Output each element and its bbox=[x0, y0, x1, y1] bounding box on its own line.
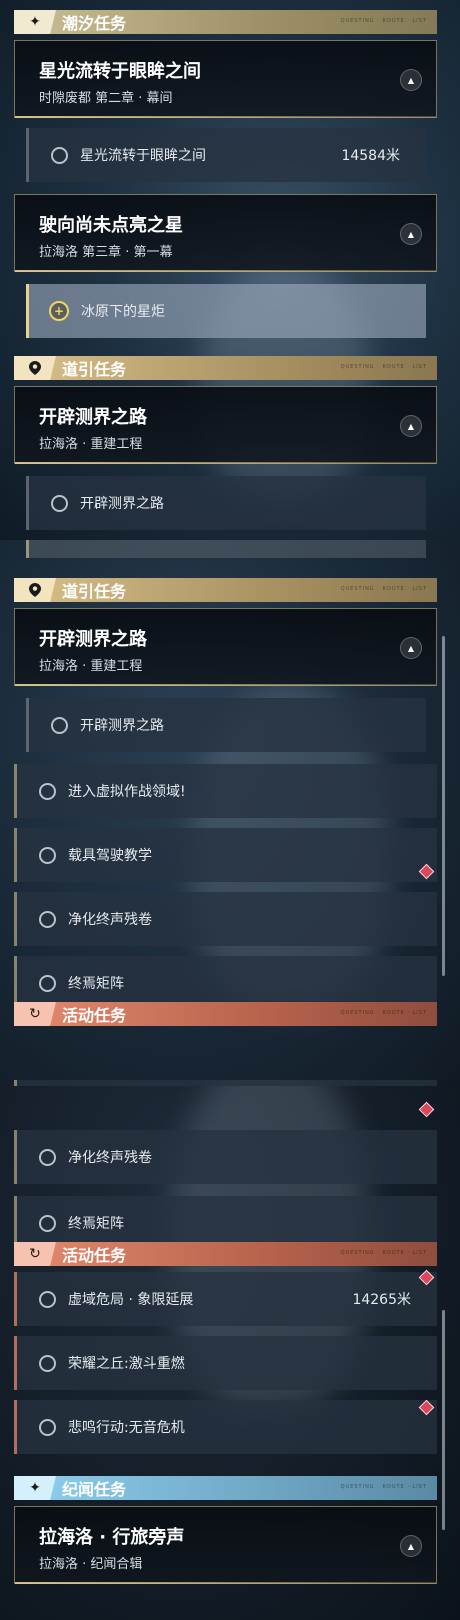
header-tag: QUESTING · ROUTE · LIST bbox=[340, 586, 427, 592]
header-tag: QUESTING · ROUTE · LIST bbox=[340, 1250, 427, 1256]
chapter-title: 拉海洛 · 行旅旁声 bbox=[39, 1527, 185, 1548]
section-header-guide[interactable]: 道引任务 QUESTING · ROUTE · LIST bbox=[14, 356, 437, 380]
chapter-subtitle: 拉海洛 · 重建工程 bbox=[39, 437, 143, 452]
quest-panel-top: ✦ 潮汐任务 QUESTING · ROUTE · LIST 星光流转于眼眸之间… bbox=[0, 0, 460, 540]
task-row-starlight[interactable]: 星光流转于眼眸之间 14584米 bbox=[26, 128, 426, 182]
task-row-pathfinder[interactable]: 开辟测界之路 bbox=[26, 476, 426, 530]
collapse-icon[interactable]: ▲ bbox=[400, 1535, 422, 1557]
task-name: 星光流转于眼眸之间 bbox=[80, 148, 206, 164]
task-name: 终焉矩阵 bbox=[68, 1216, 124, 1232]
quest-panel-bottom: 净化终声残卷 终焉矩阵 ↻ 活动任务 QUESTING · ROUTE · LI… bbox=[0, 1080, 460, 1620]
activity-icon: ↻ bbox=[14, 1002, 56, 1026]
task-row-virtual[interactable]: 进入虚拟作战领域! bbox=[14, 764, 437, 818]
collapse-icon[interactable]: ▲ bbox=[400, 69, 422, 91]
chapter-subtitle: 时隙废都 第二章 · 幕间 bbox=[39, 91, 173, 106]
scrollbar[interactable] bbox=[442, 636, 445, 976]
task-row-vehicle[interactable]: 载具驾驶教学 bbox=[14, 828, 437, 882]
sparkle-icon: ✦ bbox=[14, 1476, 56, 1500]
chapter-subtitle: 拉海洛 · 纪闻合辑 bbox=[39, 1557, 143, 1572]
circle-icon bbox=[39, 846, 56, 864]
sparkle-icon: ✦ bbox=[14, 10, 56, 34]
task-name: 净化终声残卷 bbox=[68, 1150, 152, 1166]
track-target-icon: + bbox=[49, 301, 69, 321]
task-name: 载具驾驶教学 bbox=[68, 848, 152, 864]
task-distance: 14584米 bbox=[341, 148, 400, 164]
task-name: 终焉矩阵 bbox=[68, 976, 124, 992]
task-name: 开辟测界之路 bbox=[80, 496, 164, 512]
section-header-legend[interactable]: ✦ 纪闻任务 QUESTING · ROUTE · LIST bbox=[14, 1476, 437, 1500]
task-name: 进入虚拟作战领域! bbox=[68, 784, 186, 800]
task-distance: 14265米 bbox=[352, 1292, 411, 1308]
section-header-event[interactable]: ↻ 活动任务 QUESTING · ROUTE · LIST bbox=[14, 1002, 437, 1026]
task-name: 冰原下的星炬 bbox=[81, 304, 165, 320]
chapter-card-pathfinder[interactable]: 开辟测界之路 拉海洛 · 重建工程 ▲ bbox=[14, 386, 437, 464]
circle-icon bbox=[39, 782, 56, 800]
chapter-card-pathfinder[interactable]: 开辟测界之路 拉海洛 · 重建工程 ▲ bbox=[14, 608, 437, 686]
task-name: 荣耀之丘:激斗重燃 bbox=[68, 1356, 185, 1372]
circle-icon bbox=[39, 1214, 56, 1232]
chapter-title: 驶向尚未点亮之星 bbox=[39, 215, 183, 236]
task-name: 悲鸣行动:无音危机 bbox=[68, 1420, 185, 1436]
chapter-title: 星光流转于眼眸之间 bbox=[39, 61, 201, 82]
scrollbar[interactable] bbox=[442, 1310, 445, 1530]
section-title: 潮汐任务 bbox=[62, 14, 127, 33]
chapter-subtitle: 拉海洛 · 重建工程 bbox=[39, 659, 143, 674]
chapter-card-starlight[interactable]: 星光流转于眼眸之间 时隙废都 第二章 · 幕间 ▲ bbox=[14, 40, 437, 118]
circle-icon bbox=[51, 146, 68, 164]
task-row-purify[interactable]: 净化终声残卷 bbox=[14, 892, 437, 946]
header-tag: QUESTING · ROUTE · LIST bbox=[340, 1484, 427, 1490]
section-title: 纪闻任务 bbox=[62, 1480, 127, 1499]
circle-icon bbox=[39, 1418, 56, 1436]
task-name: 虚域危局 · 象限延展 bbox=[68, 1292, 194, 1308]
location-pin-icon bbox=[14, 578, 56, 602]
collapse-icon[interactable]: ▲ bbox=[400, 223, 422, 245]
task-name: 净化终声残卷 bbox=[68, 912, 152, 928]
task-row-domain[interactable]: 虚域危局 · 象限延展 14265米 bbox=[14, 1272, 437, 1326]
header-tag: QUESTING · ROUTE · LIST bbox=[340, 364, 427, 370]
collapse-icon[interactable]: ▲ bbox=[400, 637, 422, 659]
task-row-lament[interactable]: 悲鸣行动:无音危机 bbox=[14, 1400, 437, 1454]
section-header-guide[interactable]: 道引任务 QUESTING · ROUTE · LIST bbox=[14, 578, 437, 602]
header-tag: QUESTING · ROUTE · LIST bbox=[340, 1010, 427, 1016]
chapter-card-unlit[interactable]: 驶向尚未点亮之星 拉海洛 第三章 · 第一幕 ▲ bbox=[14, 194, 437, 272]
chapter-card-travel[interactable]: 拉海洛 · 行旅旁声 拉海洛 · 纪闻合辑 ▲ bbox=[14, 1506, 437, 1584]
section-header-event[interactable]: ↻ 活动任务 QUESTING · ROUTE · LIST bbox=[14, 1242, 437, 1266]
circle-icon bbox=[39, 1148, 56, 1166]
section-title: 活动任务 bbox=[62, 1006, 127, 1025]
circle-icon bbox=[39, 1354, 56, 1372]
chapter-subtitle: 拉海洛 第三章 · 第一幕 bbox=[39, 245, 173, 260]
circle-icon bbox=[39, 910, 56, 928]
collapse-icon[interactable]: ▲ bbox=[400, 415, 422, 437]
section-title: 活动任务 bbox=[62, 1246, 127, 1265]
circle-icon bbox=[39, 1290, 56, 1308]
task-row-torch-tracked[interactable]: + 冰原下的星炬 bbox=[26, 284, 426, 338]
circle-icon bbox=[51, 494, 68, 512]
alert-diamond-icon bbox=[418, 1101, 435, 1118]
header-tag: QUESTING · ROUTE · LIST bbox=[340, 18, 427, 24]
task-row-glory[interactable]: 荣耀之丘:激斗重燃 bbox=[14, 1336, 437, 1390]
task-row-clipped bbox=[14, 1080, 437, 1086]
activity-icon: ↻ bbox=[14, 1242, 56, 1266]
section-title: 道引任务 bbox=[62, 360, 127, 379]
circle-icon bbox=[51, 716, 68, 734]
task-row-clipped bbox=[26, 540, 426, 558]
task-name: 开辟测界之路 bbox=[80, 718, 164, 734]
task-row-pathfinder[interactable]: 开辟测界之路 bbox=[26, 698, 426, 752]
task-row-purify[interactable]: 净化终声残卷 bbox=[14, 1130, 437, 1184]
circle-icon bbox=[39, 974, 56, 992]
chapter-title: 开辟测界之路 bbox=[39, 629, 147, 650]
section-header-tide[interactable]: ✦ 潮汐任务 QUESTING · ROUTE · LIST bbox=[14, 10, 437, 34]
section-title: 道引任务 bbox=[62, 582, 127, 601]
location-pin-icon bbox=[14, 356, 56, 380]
quest-panel-middle: 道引任务 QUESTING · ROUTE · LIST 开辟测界之路 拉海洛 … bbox=[0, 540, 460, 1080]
chapter-title: 开辟测界之路 bbox=[39, 407, 147, 428]
